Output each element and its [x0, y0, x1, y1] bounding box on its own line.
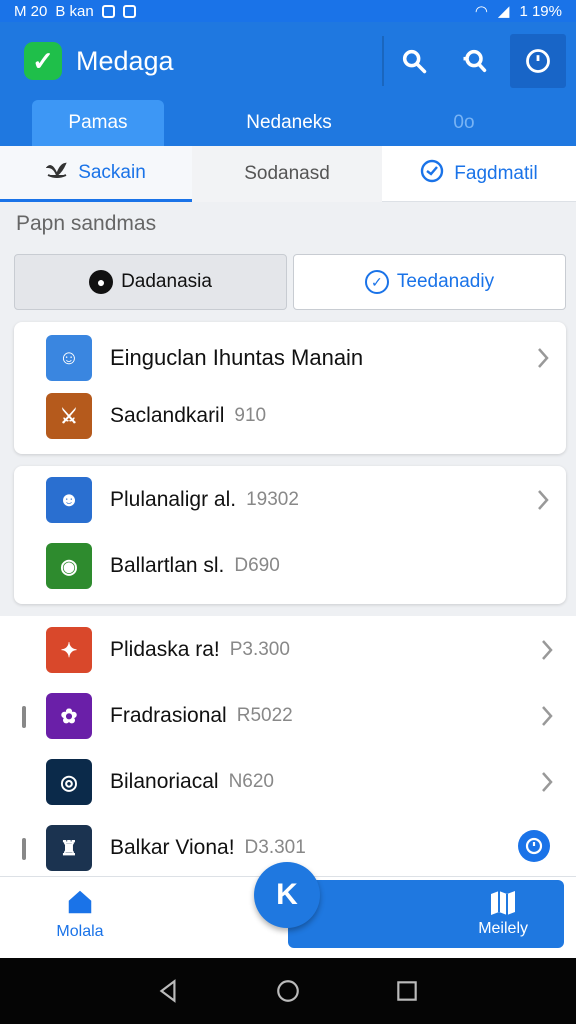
chevron-right-icon — [542, 772, 553, 792]
clock-icon — [525, 837, 543, 855]
item-title: Plulanaligr al. — [110, 488, 237, 511]
app-title: Medaga — [76, 45, 174, 76]
chevron-right-icon — [542, 640, 553, 660]
chevron-right-icon — [538, 348, 549, 368]
item-title: Ballartlan sl. — [110, 554, 225, 577]
nav-home-label: Molala — [56, 923, 104, 940]
subtab-sackain[interactable]: Sackain — [0, 146, 192, 202]
item-title: Saclandkaril — [110, 404, 225, 427]
game-thumbnail: ♜ — [46, 825, 92, 871]
notification-icon — [122, 4, 136, 18]
list-item[interactable]: ✿ Fradrasional R5022 — [0, 688, 576, 744]
game-list: ✦ Plidaska ra! P3.300 ✿ Fradrasional R50… — [0, 616, 576, 876]
game-thumbnail: ◎ — [46, 759, 92, 805]
game-card: ☻ Plulanaligr al. 19302 ◉ Ballartlan sl.… — [14, 466, 566, 604]
item-meta: D3.301 — [244, 837, 306, 858]
game-thumbnail: ◉ — [46, 543, 92, 589]
home-circle-icon[interactable] — [275, 978, 301, 1004]
search-icon — [402, 49, 427, 74]
app-logo-icon: ✓ — [24, 42, 62, 80]
tab-pamas[interactable]: Pamas — [32, 100, 164, 146]
recents-icon[interactable] — [394, 978, 420, 1004]
notification-icon — [101, 4, 115, 18]
list-item[interactable]: ☺ Einguclan Ihuntas Manain — [14, 330, 566, 386]
status-carrier: B kan — [55, 2, 94, 20]
chevron-right-icon — [542, 706, 553, 726]
item-title: Balkar Viona! — [110, 836, 235, 859]
bottom-action-label: Meilely — [478, 920, 528, 937]
home-icon — [68, 890, 92, 914]
system-navigation — [0, 958, 576, 1024]
tab-third[interactable]: 0o — [414, 100, 514, 146]
chevron-right-icon — [538, 490, 549, 510]
subtab-label: Fagdmatil — [454, 163, 538, 184]
list-item[interactable]: ☻ Plulanaligr al. 19302 — [14, 472, 566, 528]
item-title: Fradrasional — [110, 704, 227, 727]
timer-button[interactable] — [510, 34, 566, 88]
item-title: Einguclan Ihuntas Manain — [110, 345, 364, 370]
list-item[interactable]: ◎ Bilanoriacal N620 — [0, 754, 576, 810]
check-circle-icon — [420, 159, 444, 189]
magnify-icon — [463, 49, 487, 73]
game-thumbnail: ✦ — [46, 627, 92, 673]
list-item[interactable]: ✦ Plidaska ra! P3.300 — [0, 622, 576, 678]
app-bar: ✓ Medaga — [0, 22, 576, 100]
subtab-fagdmatil[interactable]: Fagdmatil — [382, 146, 576, 202]
signal-icon: ◢ — [497, 3, 510, 20]
item-meta: R5022 — [236, 705, 293, 726]
subtab-label: Sackain — [78, 161, 146, 183]
sub-tabs: Sackain Sodanasd Fagdmatil — [0, 146, 576, 202]
mini-timer-button[interactable] — [518, 830, 550, 862]
item-meta: 910 — [234, 405, 267, 426]
subtab-sodanasd[interactable]: Sodanasd — [192, 146, 382, 202]
drag-handle[interactable] — [22, 706, 26, 728]
floating-action-button[interactable]: K — [254, 862, 320, 928]
item-meta: N620 — [228, 771, 274, 792]
game-thumbnail: ⚔ — [46, 393, 92, 439]
bottom-action-button[interactable]: Meilely — [288, 880, 564, 948]
section-title: Papn sandmas — [16, 212, 157, 235]
battery-level: 1 19% — [519, 2, 562, 20]
zoom-search-button[interactable] — [444, 22, 504, 100]
segment-label: Dadanasia — [121, 271, 212, 292]
game-thumbnail: ☻ — [46, 477, 92, 523]
back-icon[interactable] — [156, 978, 182, 1004]
item-title: Plidaska ra! — [110, 638, 220, 661]
map-icon — [491, 891, 515, 915]
item-meta: 19302 — [246, 489, 299, 510]
game-thumbnail: ☺ — [46, 335, 92, 381]
status-bar: M 20 B kan ◠ ◢ 1 19% — [0, 0, 576, 22]
wifi-icon: ◠ — [474, 3, 488, 20]
circle-logo-icon: ● — [89, 270, 114, 294]
check-circle-icon: ✓ — [364, 270, 389, 294]
item-meta: P3.300 — [229, 639, 290, 660]
item-meta: D690 — [234, 555, 280, 576]
search-button[interactable] — [384, 22, 444, 100]
drag-handle[interactable] — [22, 838, 26, 860]
segmented-control: ● Dadanasia ✓ Teedanadiy — [14, 254, 566, 310]
segment-dadanasia[interactable]: ● Dadanasia — [14, 254, 287, 310]
segment-label: Teedanadiy — [396, 271, 495, 292]
list-item[interactable]: ◉ Ballartlan sl. D690 — [14, 538, 566, 594]
status-time: M 20 — [14, 2, 48, 20]
clock-icon — [526, 49, 550, 73]
game-thumbnail: ✿ — [46, 693, 92, 739]
nav-home[interactable]: Molala — [40, 887, 120, 941]
segment-teedanadiy[interactable]: ✓ Teedanadiy — [293, 254, 566, 310]
game-card: ☺ Einguclan Ihuntas Manain ⚔ Saclandkari… — [14, 322, 566, 454]
sprout-icon — [45, 161, 68, 185]
item-title: Bilanoriacal — [110, 770, 219, 793]
top-tabs: Pamas Nedaneks 0o — [0, 100, 576, 146]
tab-nedaneks[interactable]: Nedaneks — [164, 100, 414, 146]
list-item[interactable]: ⚔ Saclandkaril 910 — [14, 388, 566, 444]
